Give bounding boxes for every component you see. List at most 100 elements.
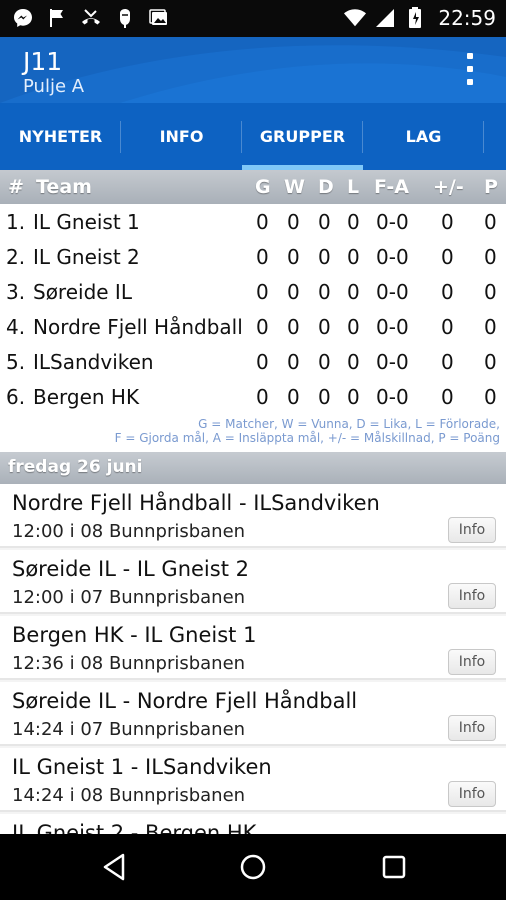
cell-pos: 4. [6,315,26,339]
messenger-icon [12,7,34,29]
cell-g: 0 [256,350,269,374]
recents-icon[interactable] [379,852,409,882]
page-title: J11 [23,47,63,76]
cell-p: 0 [484,210,497,234]
cell-g: 0 [256,245,269,269]
cell-fa: 0-0 [376,385,409,409]
match-title: IL Gneist 2 - Bergen HK [12,821,257,834]
cell-d: 0 [318,350,331,374]
cell-w: 0 [287,350,300,374]
match-time: 12:36 i 08 Bunnprisbanen [12,653,246,674]
cell-d: 0 [318,245,331,269]
cell-l: 0 [347,280,360,304]
cell-p: 0 [484,385,497,409]
photo-icon [148,7,170,29]
cell-d: 0 [318,280,331,304]
info-button[interactable]: Info [448,781,496,807]
cell-l: 0 [347,245,360,269]
cell-l: 0 [347,315,360,339]
app-header: J11 Pulje A [0,37,506,103]
tab-grupper[interactable]: GRUPPER [242,103,363,170]
date-header: fredag 26 juni [0,452,506,484]
tab-nyheter[interactable]: NYHETER [0,103,121,170]
tab-label: GRUPPER [259,127,346,146]
cell-p: 0 [484,350,497,374]
match-title: Søreide IL - IL Gneist 2 [12,557,249,581]
cell-diff: 0 [441,210,454,234]
legend-line-1: G = Matcher, W = Vunna, D = Lika, L = Fö… [198,417,500,431]
cell-fa: 0-0 [376,315,409,339]
cell-diff: 0 [441,315,454,339]
list-item[interactable]: Nordre Fjell Håndball - ILSandviken 12:0… [0,484,506,548]
match-time: 12:00 i 07 Bunnprisbanen [12,587,246,608]
cell-team: IL Gneist 2 [33,245,140,269]
match-time: 14:24 i 07 Bunnprisbanen [12,719,246,740]
overflow-menu-icon[interactable] [464,53,476,85]
cell-pos: 3. [6,280,26,304]
list-item[interactable]: Søreide IL - IL Gneist 2 12:00 i 07 Bunn… [0,550,506,614]
match-title: IL Gneist 1 - ILSandviken [12,755,272,779]
info-button[interactable]: Info [448,583,496,609]
cell-g: 0 [256,280,269,304]
home-icon[interactable] [238,852,268,882]
table-row[interactable]: 5. ILSandviken 0 0 0 0 0-0 0 0 [0,344,506,379]
cell-team: IL Gneist 1 [33,210,140,234]
match-time: 14:24 i 08 Bunnprisbanen [12,785,246,806]
cell-p: 0 [484,245,497,269]
tab-label: INFO [159,127,204,146]
cell-pos: 5. [6,350,26,374]
cell-team: ILSandviken [33,350,154,374]
clock: 22:59 [438,6,496,30]
cell-l: 0 [347,385,360,409]
cell-d: 0 [318,385,331,409]
cell-team: Bergen HK [33,385,140,409]
cell-diff: 0 [441,280,454,304]
info-button[interactable]: Info [448,649,496,675]
tab-overflow[interactable] [484,103,506,170]
table-row[interactable]: 1. IL Gneist 1 0 0 0 0 0-0 0 0 [0,204,506,239]
list-item[interactable]: Søreide IL - Nordre Fjell Håndball 14:24… [0,682,506,746]
tab-info[interactable]: INFO [121,103,242,170]
cell-p: 0 [484,280,497,304]
standings-table: 1. IL Gneist 1 0 0 0 0 0-0 0 0 2. IL Gne… [0,204,506,452]
missed-call-icon [80,7,102,29]
cell-d: 0 [318,210,331,234]
legend-line-2: F = Gjorda mål, A = Insläppta mål, +/- =… [114,431,500,445]
info-button[interactable]: Info [448,517,496,543]
list-item[interactable]: Bergen HK - IL Gneist 1 12:36 i 08 Bunnp… [0,616,506,680]
cell-w: 0 [287,245,300,269]
table-row[interactable]: 4. Nordre Fjell Håndball 0 0 0 0 0-0 0 0 [0,309,506,344]
info-button[interactable]: Info [448,715,496,741]
list-item[interactable]: IL Gneist 1 - ILSandviken 14:24 i 08 Bun… [0,748,506,812]
cell-pos: 6. [6,385,26,409]
col-d: D [318,176,334,198]
cell-w: 0 [287,210,300,234]
table-row[interactable]: 2. IL Gneist 2 0 0 0 0 0-0 0 0 [0,239,506,274]
back-icon[interactable] [99,852,129,882]
list-item[interactable]: IL Gneist 2 - Bergen HK [0,814,506,834]
cell-fa: 0-0 [376,210,409,234]
col-pos: # [8,176,24,198]
table-row[interactable]: 6. Bergen HK 0 0 0 0 0-0 0 0 [0,379,506,414]
match-list: Nordre Fjell Håndball - ILSandviken 12:0… [0,484,506,834]
status-bar: 22:59 [0,0,506,37]
standings-header: # Team G W D L F-A +/- P [0,170,506,204]
cell-l: 0 [347,350,360,374]
cell-w: 0 [287,280,300,304]
table-row[interactable]: 3. Søreide IL 0 0 0 0 0-0 0 0 [0,274,506,309]
cell-team: Søreide IL [33,280,132,304]
battery-icon [404,7,426,29]
signal-icon [374,7,396,29]
cell-diff: 0 [441,385,454,409]
col-diff: +/- [433,176,464,198]
tab-bar: NYHETER INFO GRUPPER LAG [0,103,506,170]
match-title: Søreide IL - Nordre Fjell Håndball [12,689,358,713]
cell-pos: 1. [6,210,26,234]
tab-label: LAG [405,127,442,146]
cell-fa: 0-0 [376,350,409,374]
android-debug-icon [114,7,136,29]
cell-fa: 0-0 [376,280,409,304]
system-nav-bar [0,834,506,900]
tab-lag[interactable]: LAG [363,103,484,170]
flag-icon [46,7,68,29]
